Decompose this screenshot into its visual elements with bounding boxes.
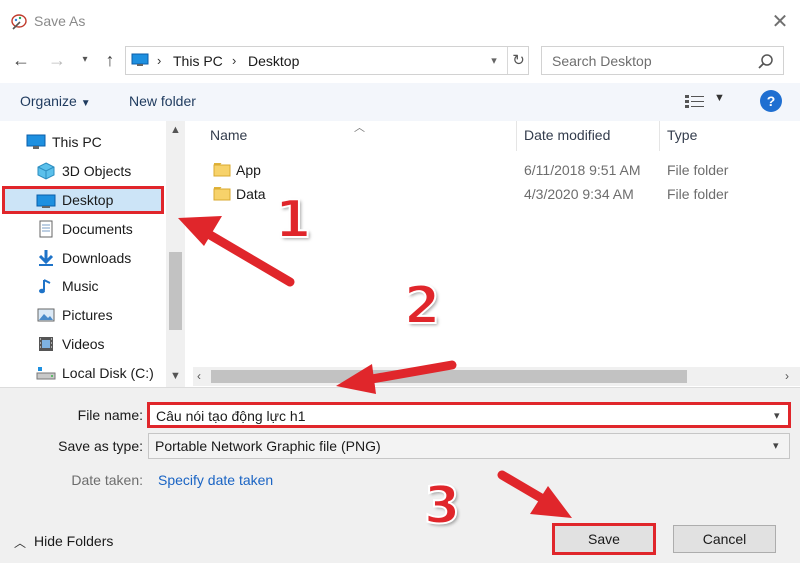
- back-arrow-icon[interactable]: ←: [8, 47, 34, 73]
- search-placeholder: Search Desktop: [552, 53, 652, 69]
- cancel-button[interactable]: Cancel: [673, 525, 776, 553]
- column-divider[interactable]: [516, 121, 517, 151]
- scroll-down-arrow-icon[interactable]: ▼: [166, 370, 185, 382]
- document-icon: [39, 220, 53, 238]
- file-list: ︿ Name Date modified Type App 6/11/2018 …: [193, 121, 800, 387]
- nav-item-this-pc[interactable]: This PC: [0, 128, 165, 156]
- window-title: Save As: [34, 13, 86, 29]
- search-icon[interactable]: [757, 53, 775, 71]
- nav-item-label: Downloads: [62, 250, 132, 266]
- breadcrumb-separator: ›: [232, 53, 237, 68]
- search-box[interactable]: Search Desktop: [541, 46, 784, 75]
- cube-icon: [37, 162, 55, 180]
- hide-folders-button[interactable]: Hide Folders: [34, 533, 113, 549]
- address-bar[interactable]: › This PC › Desktop ▾ ↻: [125, 46, 529, 75]
- sort-ascending-icon: ︿: [354, 122, 365, 134]
- file-name: App: [236, 162, 261, 178]
- nav-item-label: 3D Objects: [62, 163, 132, 179]
- save-type-value: Portable Network Graphic file (PNG): [155, 438, 381, 454]
- refresh-icon[interactable]: ↻: [507, 47, 529, 74]
- horizontal-scrollbar[interactable]: ‹ ›: [193, 367, 800, 386]
- nav-item-label: This PC: [52, 134, 102, 150]
- save-type-label: Save as type:: [58, 438, 143, 454]
- hide-folders-chevron-icon[interactable]: ︿: [14, 534, 26, 551]
- save-type-select[interactable]: Portable Network Graphic file (PNG) ▾: [148, 433, 790, 459]
- computer-icon: [26, 134, 46, 149]
- breadcrumb-desktop[interactable]: Desktop: [248, 53, 299, 69]
- file-name-input[interactable]: Câu nói tạo động lực h1 ▾: [147, 402, 791, 428]
- file-name-value: Câu nói tạo động lực h1: [156, 408, 306, 424]
- nav-item-label: Music: [62, 278, 99, 294]
- file-name-label: File name:: [77, 407, 143, 423]
- column-header-name[interactable]: Name: [210, 127, 247, 143]
- nav-item-music[interactable]: Music: [0, 272, 165, 300]
- videos-icon: [39, 337, 53, 351]
- nav-item-3d-objects[interactable]: 3D Objects: [0, 157, 165, 185]
- specify-date-taken-link[interactable]: Specify date taken: [158, 472, 273, 488]
- save-button[interactable]: Save: [552, 523, 656, 555]
- scroll-left-arrow-icon[interactable]: ‹: [197, 369, 201, 383]
- nav-item-downloads[interactable]: Downloads: [0, 244, 165, 272]
- file-type: File folder: [667, 186, 729, 202]
- annotation-number-1: 1: [274, 189, 312, 251]
- nav-item-pictures[interactable]: Pictures: [0, 301, 165, 329]
- breadcrumb-separator: ›: [157, 53, 162, 68]
- navigation-scroll-thumb[interactable]: [169, 252, 182, 330]
- drive-icon: [36, 367, 56, 380]
- download-icon: [38, 250, 54, 266]
- column-header-date[interactable]: Date modified: [524, 127, 610, 143]
- folder-icon: [213, 163, 231, 177]
- command-bar: Organize ▼ New folder ▼ ?: [0, 83, 800, 121]
- folder-icon: [213, 187, 231, 201]
- paint-app-icon: [11, 14, 27, 30]
- nav-item-label: Documents: [62, 221, 133, 237]
- forward-arrow-icon[interactable]: →: [44, 47, 70, 73]
- save-form: File name: Câu nói tạo động lực h1 ▾ Sav…: [0, 387, 800, 563]
- view-dropdown-icon[interactable]: ▼: [714, 92, 725, 104]
- nav-item-videos[interactable]: Videos: [0, 330, 165, 358]
- recent-locations-chevron-icon[interactable]: ▾: [72, 47, 98, 73]
- desktop-icon: [36, 194, 56, 208]
- nav-item-desktop[interactable]: Desktop: [2, 186, 164, 214]
- address-dropdown-icon[interactable]: ▾: [483, 50, 505, 72]
- annotation-number-2: 2: [403, 275, 441, 337]
- help-icon[interactable]: ?: [760, 90, 782, 112]
- nav-item-label: Local Disk (C:): [62, 365, 154, 381]
- table-row[interactable]: App 6/11/2018 9:51 AM File folder: [193, 159, 793, 183]
- music-icon: [39, 279, 51, 294]
- navigation-pane: This PC 3D Objects Desktop Documents Dow…: [0, 121, 185, 387]
- annotation-number-3: 3: [423, 475, 461, 537]
- organize-chevron-icon: ▼: [80, 98, 91, 109]
- organize-button[interactable]: Organize ▼: [20, 93, 91, 109]
- nav-item-documents[interactable]: Documents: [0, 215, 165, 243]
- horizontal-scroll-thumb[interactable]: [211, 370, 687, 383]
- scroll-up-arrow-icon[interactable]: ▲: [166, 124, 185, 136]
- organize-label: Organize: [20, 93, 77, 109]
- nav-item-label: Desktop: [62, 192, 114, 208]
- save-type-dropdown-icon[interactable]: ▾: [773, 439, 779, 452]
- file-date: 6/11/2018 9:51 AM: [524, 162, 641, 178]
- new-folder-button[interactable]: New folder: [129, 93, 196, 109]
- date-taken-label: Date taken:: [71, 472, 143, 488]
- scroll-right-arrow-icon[interactable]: ›: [785, 369, 789, 383]
- breadcrumb-this-pc[interactable]: This PC: [173, 53, 223, 69]
- pictures-icon: [37, 308, 55, 322]
- nav-item-label: Pictures: [62, 307, 113, 323]
- column-divider[interactable]: [659, 121, 660, 151]
- view-options-icon[interactable]: [684, 93, 706, 111]
- title-bar: Save As ✕: [0, 0, 800, 44]
- computer-icon: [131, 53, 149, 66]
- file-name: Data: [236, 186, 266, 202]
- file-type: File folder: [667, 162, 729, 178]
- file-name-dropdown-icon[interactable]: ▾: [774, 409, 780, 422]
- up-arrow-icon[interactable]: ↑: [97, 47, 123, 73]
- nav-item-local-disk[interactable]: Local Disk (C:): [0, 359, 165, 387]
- file-date: 4/3/2020 9:34 AM: [524, 186, 634, 202]
- nav-item-label: Videos: [62, 336, 105, 352]
- close-button[interactable]: ✕: [766, 8, 794, 36]
- column-header-type[interactable]: Type: [667, 127, 697, 143]
